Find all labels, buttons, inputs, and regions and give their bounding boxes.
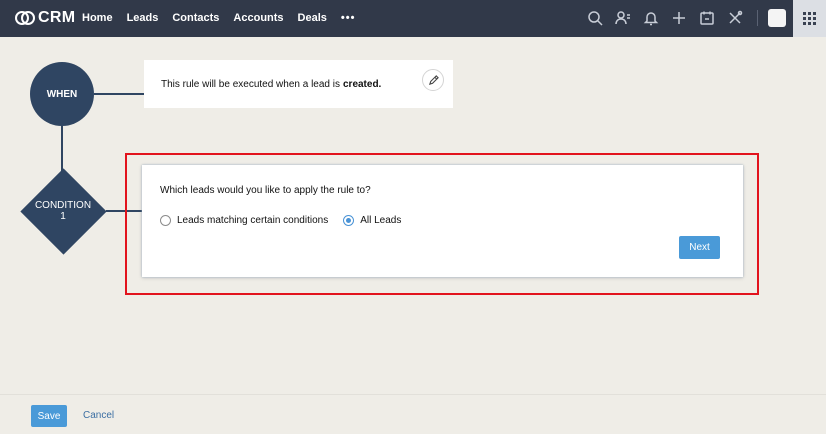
main-nav: Home Leads Contacts Accounts Deals ••• [82, 12, 369, 24]
condition-options: Leads matching certain conditions All Le… [160, 215, 416, 226]
when-node: WHEN [30, 62, 94, 126]
option-all-leads-label: All Leads [360, 215, 402, 226]
logo-text: CRM [38, 9, 76, 26]
crm-logo[interactable]: CRM [14, 9, 75, 27]
option-matching-conditions[interactable]: Leads matching certain conditions [160, 215, 328, 226]
when-trigger-card: This rule will be executed when a lead i… [144, 60, 453, 108]
footer-bar: Save Cancel [0, 394, 826, 434]
edit-trigger-button[interactable] [422, 69, 444, 91]
pencil-icon [428, 74, 439, 85]
option-matching-conditions-label: Leads matching certain conditions [177, 215, 329, 226]
when-trigger-text: This rule will be executed when a lead i… [161, 78, 340, 90]
condition-question: Which leads would you like to apply the … [160, 185, 371, 196]
condition-node-label: CONDITION 1 [20, 168, 106, 254]
condition-card: Which leads would you like to apply the … [142, 165, 743, 277]
radio-matching-conditions[interactable] [160, 215, 171, 226]
radio-all-leads[interactable] [343, 215, 355, 226]
nav-more-button[interactable]: ••• [341, 12, 356, 24]
crm-logo-icon [15, 11, 35, 25]
condition-node: CONDITION 1 [20, 168, 107, 255]
next-button[interactable]: Next [679, 236, 720, 259]
tools-icon[interactable] [725, 8, 745, 28]
cancel-link[interactable]: Cancel [83, 410, 114, 421]
plus-icon[interactable] [669, 8, 689, 28]
apps-grid-button[interactable] [793, 0, 826, 37]
header-tools [577, 8, 786, 28]
nav-item-accounts[interactable]: Accounts [233, 12, 283, 24]
apps-grid-icon [803, 12, 816, 25]
condition-label-text: CONDITION [34, 200, 92, 211]
nav-item-home[interactable]: Home [82, 12, 113, 24]
when-to-card-connector [94, 93, 144, 95]
nav-item-deals[interactable]: Deals [298, 12, 327, 24]
top-navigation-bar: CRM Home Leads Contacts Accounts Deals •… [0, 0, 826, 37]
contacts-icon[interactable] [613, 8, 633, 28]
avatar[interactable] [768, 9, 786, 27]
calendar-icon[interactable] [697, 8, 717, 28]
option-all-leads[interactable]: All Leads [343, 215, 401, 226]
when-node-label: WHEN [46, 88, 78, 100]
save-button[interactable]: Save [31, 405, 67, 427]
bell-icon[interactable] [641, 8, 661, 28]
search-icon[interactable] [585, 8, 605, 28]
when-trigger-event: created. [342, 78, 382, 90]
condition-number: 1 [60, 211, 66, 222]
toolbar-divider [757, 10, 758, 26]
nav-item-leads[interactable]: Leads [127, 12, 159, 24]
nav-item-contacts[interactable]: Contacts [172, 12, 219, 24]
